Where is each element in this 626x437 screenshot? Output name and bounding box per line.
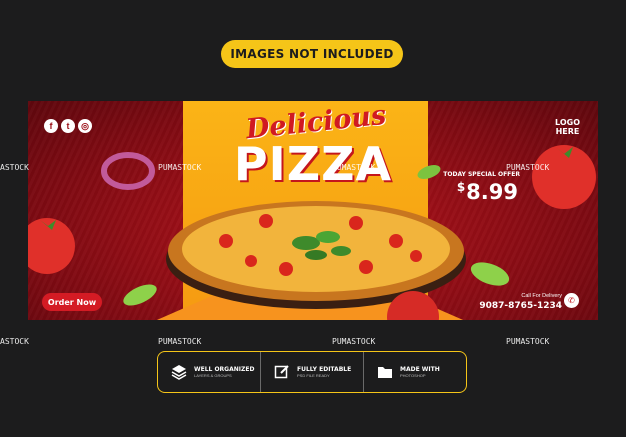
onion-ring-image bbox=[101, 152, 155, 190]
twitter-icon[interactable]: t bbox=[61, 119, 75, 133]
basil-leaf-small-image bbox=[123, 284, 157, 306]
feature-subtitle: PHOTOSHOP bbox=[400, 372, 426, 378]
watermark: PUMASTOCK bbox=[332, 337, 376, 346]
facebook-icon[interactable]: f bbox=[44, 119, 58, 133]
layers-icon bbox=[170, 363, 188, 381]
logo-placeholder: LOGO HERE bbox=[555, 118, 580, 136]
feature-subtitle: PSD FILE READY bbox=[297, 372, 330, 378]
offer-label: TODAY SPECIAL OFFER bbox=[443, 171, 520, 178]
basil-leaf-top-image bbox=[417, 165, 441, 179]
pizza-cheese bbox=[182, 206, 450, 292]
watermark: PUMASTOCK bbox=[506, 163, 550, 172]
watermark: PUMASTOCK bbox=[506, 337, 550, 346]
feature-title: MADE WITH bbox=[400, 365, 440, 373]
folder-icon bbox=[376, 363, 394, 381]
feature-subtitle: LAYERS & GROUPS bbox=[194, 372, 232, 378]
tomato-bottom-image bbox=[387, 291, 439, 320]
facebook-cover-banner: f t ◎ LOGO HERE Delicious PIZZA TODAY SP… bbox=[28, 101, 598, 320]
instagram-icon[interactable]: ◎ bbox=[78, 119, 92, 133]
delivery-label: Call For Delivery bbox=[521, 293, 562, 299]
feature-title: WELL ORGANIZED bbox=[194, 365, 255, 373]
feature-item: FULLY EDITABLE PSD FILE READY bbox=[260, 352, 363, 392]
social-icons: f t ◎ bbox=[44, 119, 92, 133]
tomato-right-image bbox=[532, 145, 596, 209]
edit-icon bbox=[273, 363, 291, 381]
phone-number: 9087-8765-1234 bbox=[479, 301, 562, 311]
price-currency: $ bbox=[456, 180, 466, 194]
features-panel: WELL ORGANIZED LAYERS & GROUPS FULLY EDI… bbox=[157, 351, 467, 393]
feature-item: WELL ORGANIZED LAYERS & GROUPS bbox=[158, 352, 260, 392]
preview-canvas: IMAGES NOT INCLUDED f t ◎ LOGO HERE Deli… bbox=[0, 0, 626, 437]
watermark: PUMASTOCK bbox=[158, 163, 202, 172]
price-value: 8.99 bbox=[466, 180, 518, 204]
logo-line-1: LOGO bbox=[555, 118, 580, 127]
watermark: PUMASTOCK bbox=[158, 337, 202, 346]
phone-icon: ✆ bbox=[564, 293, 579, 308]
order-now-button[interactable]: Order Now bbox=[42, 293, 102, 311]
basil-leaf-image bbox=[470, 262, 510, 286]
feature-title: FULLY EDITABLE bbox=[297, 365, 352, 373]
watermark: PUMASTOCK bbox=[332, 163, 376, 172]
price: $8.99 bbox=[457, 180, 518, 204]
tomato-left-image bbox=[28, 218, 75, 274]
logo-line-2: HERE bbox=[555, 127, 580, 136]
watermark: ASTOCK bbox=[0, 337, 29, 346]
images-not-included-badge: IMAGES NOT INCLUDED bbox=[221, 40, 403, 68]
feature-item: MADE WITH PHOTOSHOP bbox=[363, 352, 466, 392]
watermark: ASTOCK bbox=[0, 163, 29, 172]
